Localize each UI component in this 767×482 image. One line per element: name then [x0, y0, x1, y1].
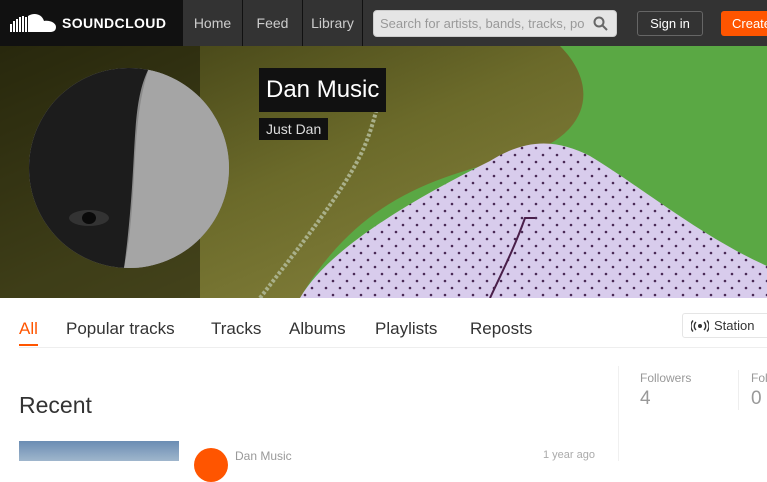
stat-followers[interactable]: Followers 4	[640, 371, 691, 410]
profile-avatar[interactable]	[29, 68, 229, 268]
track-artwork[interactable]	[19, 441, 179, 461]
nav-feed[interactable]: Feed	[243, 0, 303, 46]
sign-in-button[interactable]: Sign in	[637, 11, 703, 36]
station-button[interactable]: Station	[682, 313, 767, 338]
sidebar-divider	[618, 366, 619, 461]
tab-reposts[interactable]: Reposts	[470, 319, 532, 346]
stat-label: Followers	[640, 371, 692, 385]
profile-tabs: All Popular tracks Tracks Albums Playlis…	[19, 298, 767, 348]
tab-playlists[interactable]: Playlists	[375, 319, 437, 346]
soundcloud-cloud-icon	[10, 13, 56, 32]
search-input[interactable]	[374, 11, 584, 36]
profile-header-banner: Dan Music Just Dan	[0, 46, 767, 298]
section-title: Recent	[19, 392, 92, 418]
top-nav: SOUNDCLOUD Home Feed Library Sign in Cre…	[0, 0, 767, 46]
stat-divider	[738, 370, 739, 410]
tab-popular-tracks[interactable]: Popular tracks	[66, 319, 175, 346]
profile-name: Dan Music	[259, 68, 387, 112]
soundcloud-logo[interactable]: SOUNDCLOUD	[0, 0, 183, 46]
track-timestamp: 1 year ago	[543, 449, 595, 461]
station-icon	[691, 319, 709, 332]
brand-name: SOUNDCLOUD	[62, 15, 167, 31]
tab-tracks[interactable]: Tracks	[211, 319, 261, 346]
stat-value: 4	[640, 388, 651, 409]
profile-subtitle: Just Dan	[259, 118, 329, 140]
tab-all[interactable]: All	[19, 319, 38, 346]
create-account-button[interactable]: Create	[721, 11, 767, 36]
search-box	[373, 10, 617, 37]
stat-value: 0	[751, 388, 762, 409]
stat-label: Fol	[751, 371, 767, 385]
avatar-image	[29, 68, 229, 268]
station-label: Station	[714, 318, 755, 333]
play-button[interactable]	[194, 448, 228, 482]
stat-following[interactable]: Fol 0	[751, 371, 767, 410]
tab-albums[interactable]: Albums	[289, 319, 346, 346]
search-icon[interactable]	[593, 16, 608, 31]
nav-library[interactable]: Library	[303, 0, 363, 46]
nav-home[interactable]: Home	[183, 0, 243, 46]
